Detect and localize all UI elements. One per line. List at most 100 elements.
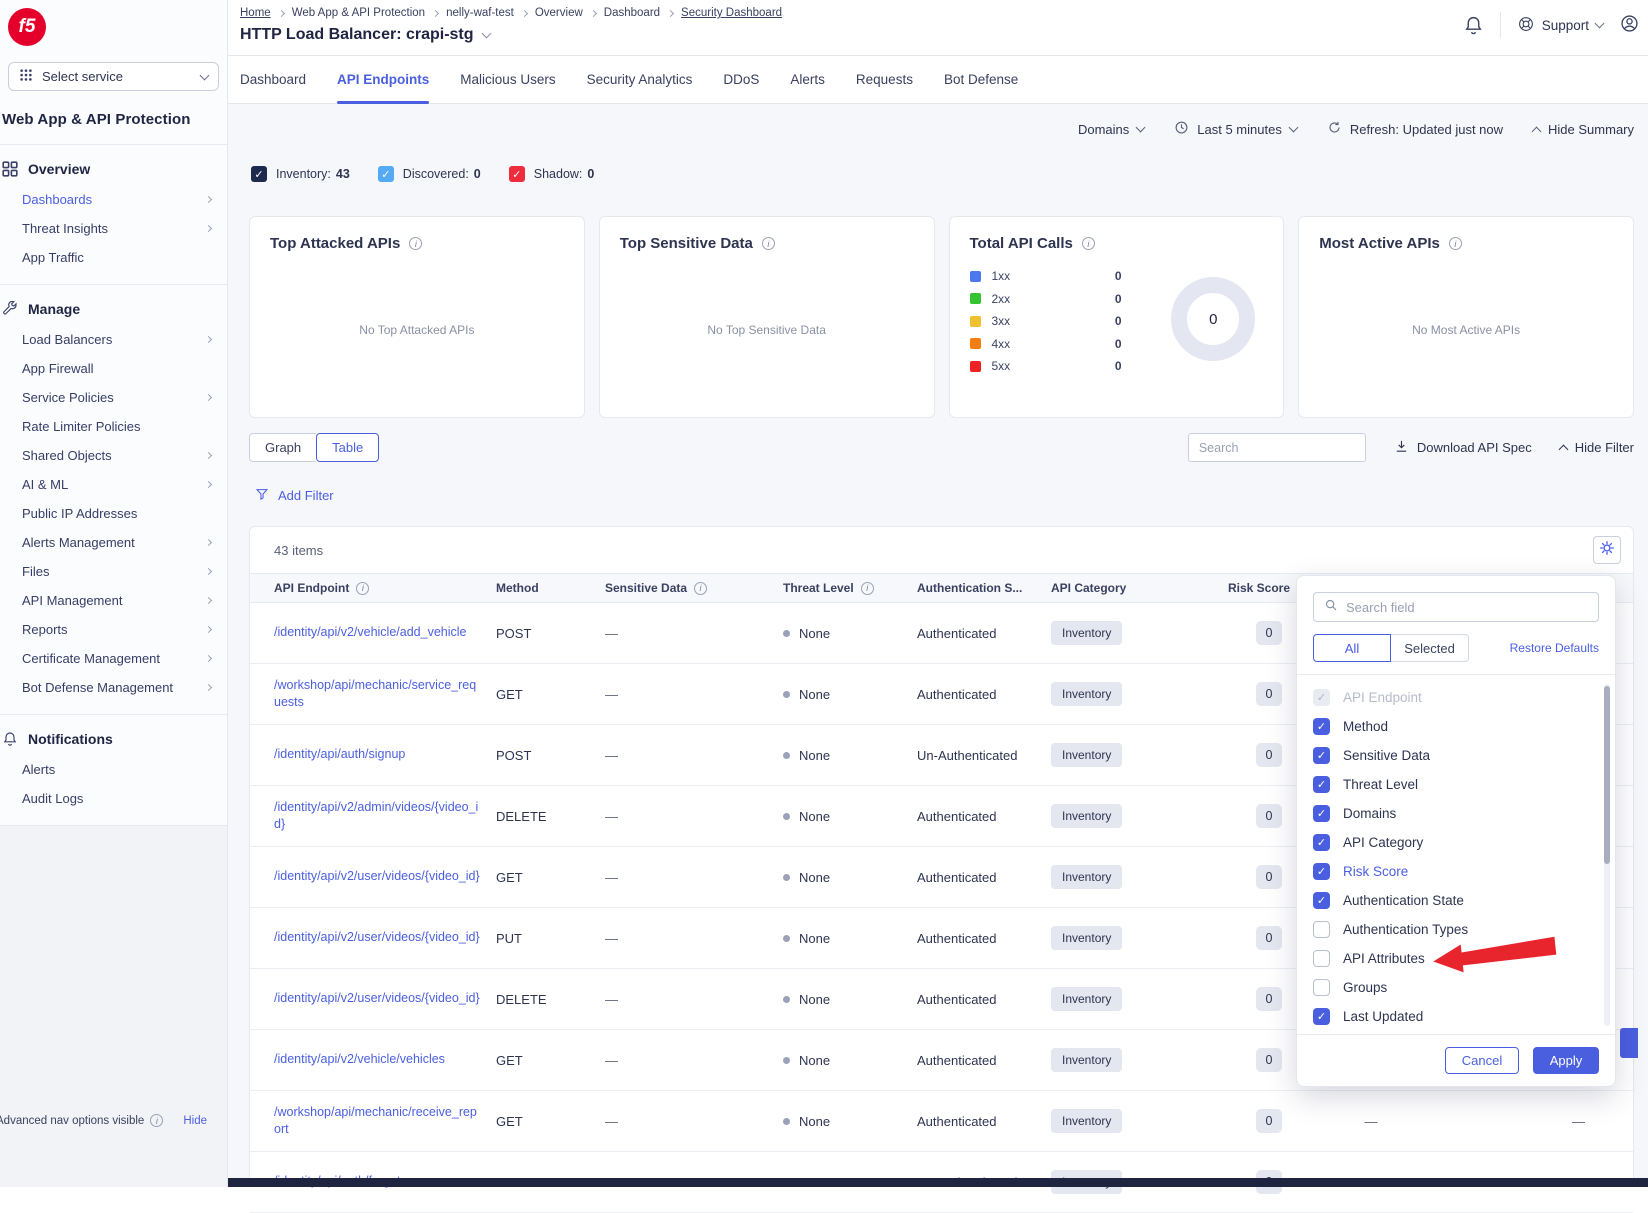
api-endpoint-link[interactable]: /identity/api/v2/admin/videos/{video_id} — [274, 799, 496, 834]
sidebar-item-load-balancers[interactable]: Load Balancers — [0, 325, 227, 354]
checkbox-unchecked-icon[interactable] — [1313, 979, 1330, 996]
time-range-dropdown[interactable]: Last 5 minutes — [1174, 120, 1297, 138]
tab-security-analytics[interactable]: Security Analytics — [587, 56, 693, 103]
popup-field-authentication-types[interactable]: Authentication Types — [1313, 915, 1615, 944]
checkbox-checked-icon[interactable]: ✓ — [1313, 718, 1330, 735]
sidebar-item-shared-objects[interactable]: Shared Objects — [0, 441, 227, 470]
popup-field-domains[interactable]: ✓Domains — [1313, 799, 1615, 828]
api-endpoint-link[interactable]: /workshop/api/mechanic/service_requests — [274, 677, 496, 712]
column-header-method[interactable]: Method — [496, 581, 605, 595]
popup-field-sensitive-data[interactable]: ✓Sensitive Data — [1313, 741, 1615, 770]
search-input[interactable] — [1188, 433, 1366, 462]
popup-tab-selected[interactable]: Selected — [1391, 634, 1469, 662]
scrollbar-thumb[interactable] — [1604, 686, 1610, 864]
domains-dropdown[interactable]: Domains — [1078, 122, 1144, 137]
checkbox-checked-icon[interactable]: ✓ — [1313, 863, 1330, 880]
download-api-spec-button[interactable]: Download API Spec — [1394, 439, 1532, 457]
checkbox-checked-icon[interactable]: ✓ — [378, 166, 394, 182]
sidebar-item-app-traffic[interactable]: App Traffic — [0, 243, 227, 272]
sidebar-item-app-firewall[interactable]: App Firewall — [0, 354, 227, 383]
checkbox-checked-icon[interactable]: ✓ — [251, 166, 267, 182]
column-header-api-category[interactable]: API Category — [1051, 581, 1196, 595]
popup-field-threat-level[interactable]: ✓Threat Level — [1313, 770, 1615, 799]
column-header-api-endpoint[interactable]: API Endpointi — [274, 581, 496, 595]
hide-nav-link[interactable]: Hide — [183, 1115, 207, 1127]
support-menu[interactable]: Support — [1517, 15, 1603, 36]
sidebar-item-rate-limiter-policies[interactable]: Rate Limiter Policies — [0, 412, 227, 441]
sidebar-item-alerts-management[interactable]: Alerts Management — [0, 528, 227, 557]
checkbox-unchecked-icon[interactable] — [1313, 921, 1330, 938]
popup-field-groups[interactable]: Groups — [1313, 973, 1615, 1002]
info-icon[interactable]: i — [409, 237, 422, 250]
info-icon[interactable]: i — [1082, 237, 1095, 250]
popup-field-last-updated[interactable]: ✓Last Updated — [1313, 1002, 1615, 1031]
api-endpoint-link[interactable]: /identity/api/v2/user/videos/{video_id} — [274, 929, 496, 947]
api-endpoint-link[interactable]: /identity/api/v2/vehicle/add_vehicle — [274, 624, 496, 642]
cancel-button[interactable]: Cancel — [1445, 1047, 1519, 1074]
popup-search-field[interactable] — [1313, 592, 1599, 622]
checkbox-unchecked-icon[interactable] — [1313, 950, 1330, 967]
popup-field-risk-score[interactable]: ✓Risk Score — [1313, 857, 1615, 886]
breadcrumb-item[interactable]: Dashboard — [604, 7, 660, 19]
checkbox-checked-icon[interactable]: ✓ — [1313, 892, 1330, 909]
sidebar-item-api-management[interactable]: API Management — [0, 586, 227, 615]
sidebar-item-alerts[interactable]: Alerts — [0, 755, 227, 784]
popup-field-method[interactable]: ✓Method — [1313, 712, 1615, 741]
chevron-down-icon[interactable] — [481, 29, 491, 39]
f5-logo[interactable]: f5 — [8, 8, 46, 46]
api-endpoint-link[interactable]: /identity/api/v2/vehicle/vehicles — [274, 1051, 496, 1069]
summary-filter-shadow[interactable]: ✓Shadow:0 — [509, 166, 595, 182]
checkbox-checked-icon[interactable]: ✓ — [1313, 805, 1330, 822]
column-header-threat-level[interactable]: Threat Leveli — [783, 581, 917, 595]
info-icon[interactable]: i — [1449, 237, 1462, 250]
sidebar-item-ai-ml[interactable]: AI & ML — [0, 470, 227, 499]
hide-summary-button[interactable]: Hide Summary — [1533, 122, 1634, 137]
sidebar-item-certificate-management[interactable]: Certificate Management — [0, 644, 227, 673]
tab-api-endpoints[interactable]: API Endpoints — [337, 56, 429, 103]
popup-field-authentication-state[interactable]: ✓Authentication State — [1313, 886, 1615, 915]
tab-bot-defense[interactable]: Bot Defense — [944, 56, 1018, 103]
sidebar-item-service-policies[interactable]: Service Policies — [0, 383, 227, 412]
tab-malicious-users[interactable]: Malicious Users — [460, 56, 555, 103]
sidebar-item-dashboards[interactable]: Dashboards — [0, 185, 227, 214]
popup-field-api-endpoint[interactable]: ✓API Endpoint — [1313, 683, 1615, 712]
hide-filter-button[interactable]: Hide Filter — [1560, 440, 1634, 455]
api-endpoint-link[interactable]: /workshop/api/mechanic/receive_report — [274, 1104, 496, 1139]
sidebar-item-reports[interactable]: Reports — [0, 615, 227, 644]
select-service-dropdown[interactable]: Select service — [8, 62, 219, 91]
partially-hidden-blue-button[interactable] — [1620, 1028, 1638, 1058]
breadcrumb-item[interactable]: Security Dashboard — [681, 7, 782, 19]
column-settings-button[interactable] — [1593, 536, 1621, 564]
column-header-risk-score[interactable]: Risk Score — [1196, 581, 1306, 595]
popup-search-input[interactable] — [1346, 600, 1588, 615]
tab-requests[interactable]: Requests — [856, 56, 913, 103]
checkbox-checked-icon[interactable]: ✓ — [1313, 776, 1330, 793]
add-filter-button[interactable]: Add Filter — [255, 487, 334, 504]
sidebar-item-files[interactable]: Files — [0, 557, 227, 586]
notifications-bell-icon[interactable] — [1463, 15, 1484, 36]
apply-button[interactable]: Apply — [1533, 1047, 1599, 1074]
account-menu[interactable] — [1619, 13, 1640, 37]
sidebar-item-audit-logs[interactable]: Audit Logs — [0, 784, 227, 813]
sidebar-item-public-ip-addresses[interactable]: Public IP Addresses — [0, 499, 227, 528]
refresh-button[interactable]: Refresh: Updated just now — [1327, 120, 1503, 138]
popup-tab-all[interactable]: All — [1313, 634, 1391, 662]
breadcrumb-item[interactable]: Overview — [535, 7, 583, 19]
summary-filter-inventory[interactable]: ✓Inventory:43 — [251, 166, 350, 182]
sidebar-item-bot-defense-management[interactable]: Bot Defense Management — [0, 673, 227, 702]
api-endpoint-link[interactable]: /identity/api/auth/signup — [274, 746, 496, 764]
sidebar-item-threat-insights[interactable]: Threat Insights — [0, 214, 227, 243]
checkbox-checked-icon[interactable]: ✓ — [509, 166, 525, 182]
breadcrumb-item[interactable]: Web App & API Protection — [292, 7, 425, 19]
tab-ddos[interactable]: DDoS — [723, 56, 759, 103]
checkbox-checked-icon[interactable]: ✓ — [1313, 834, 1330, 851]
checkbox-checked-icon[interactable]: ✓ — [1313, 747, 1330, 764]
table-view-button[interactable]: Table — [316, 433, 379, 462]
checkbox-checked-icon[interactable]: ✓ — [1313, 689, 1330, 706]
tab-alerts[interactable]: Alerts — [790, 56, 825, 103]
api-endpoint-link[interactable]: /identity/api/v2/user/videos/{video_id} — [274, 868, 496, 886]
info-icon[interactable]: i — [762, 237, 775, 250]
summary-filter-discovered[interactable]: ✓Discovered:0 — [378, 166, 481, 182]
restore-defaults-link[interactable]: Restore Defaults — [1510, 641, 1599, 655]
api-endpoint-link[interactable]: /identity/api/v2/user/videos/{video_id} — [274, 990, 496, 1008]
